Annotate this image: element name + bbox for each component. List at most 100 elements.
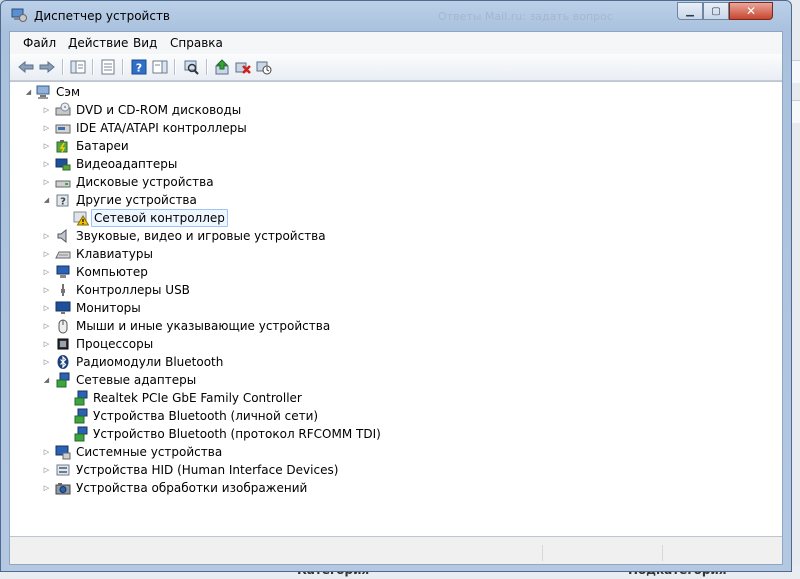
expand-arrow-icon[interactable]: ▷: [42, 304, 51, 313]
expand-arrow-icon[interactable]: ▷: [42, 340, 51, 349]
tree-category[interactable]: ▷ IDE ATA/ATAPI контроллеры: [10, 119, 780, 137]
tree-category[interactable]: ▷ Процессоры: [10, 335, 780, 353]
tree-category[interactable]: ▷ Клавиатуры: [10, 245, 780, 263]
tree-category[interactable]: ▷ Устройства обработки изображений: [10, 479, 780, 497]
tree-category-label: DVD и CD-ROM дисководы: [76, 103, 242, 117]
tree-category-label: Процессоры: [76, 337, 154, 351]
status-bar: [10, 542, 782, 564]
tree-category[interactable]: ▷ Мыши и иные указывающие устройства: [10, 317, 780, 335]
tree-root[interactable]: ◢ Сэм: [10, 83, 780, 101]
expand-arrow-icon[interactable]: ▷: [42, 466, 51, 475]
toolbar-separator: [122, 59, 124, 75]
tree-category[interactable]: ▷ Радиомодули Bluetooth: [10, 353, 780, 371]
tree-category[interactable]: ▷ Контроллеры USB: [10, 281, 780, 299]
tree-device[interactable]: Устройство Bluetooth (протокол RFCOMM TD…: [10, 425, 780, 443]
dvd-drive-icon: [55, 102, 71, 116]
maximize-button[interactable]: ▢: [703, 2, 729, 20]
expand-arrow-icon[interactable]: ▷: [42, 448, 51, 457]
tree-category-label: Системные устройства: [76, 445, 223, 459]
tree-category-label: Контроллеры USB: [76, 283, 190, 297]
tree-device-label: Устройства Bluetooth (личной сети): [93, 409, 319, 423]
tree-category-label: Клавиатуры: [76, 247, 153, 261]
tree-device-label: Realtek PCIe GbE Family Controller: [93, 391, 302, 405]
tree-category-label: Видеоадаптеры: [76, 157, 178, 171]
tree-category-label: Батареи: [76, 139, 129, 153]
device-tree[interactable]: ◢ Сэм ▷ DVD и CD-ROM дисководы ▷ IDE ATA…: [10, 81, 782, 537]
svg-text:?: ?: [136, 62, 142, 75]
uninstall-icon[interactable]: [234, 58, 252, 76]
usb-icon: [61, 284, 65, 296]
scan-hardware-icon[interactable]: [182, 58, 200, 76]
tree-device[interactable]: Realtek PCIe GbE Family Controller: [10, 389, 780, 407]
tree-device-selected[interactable]: Сетевой контроллер: [10, 209, 780, 227]
tree-category[interactable]: ▷ DVD и CD-ROM дисководы: [10, 101, 780, 119]
menu-action[interactable]: Действие: [66, 36, 130, 50]
mouse-icon: [58, 319, 68, 334]
tree-category[interactable]: ▷ Видеоадаптеры: [10, 155, 780, 173]
window-controls: ▁ ▢ ✕: [677, 2, 773, 20]
tree-category[interactable]: ▷ Батареи: [10, 137, 780, 155]
expand-arrow-icon[interactable]: ▷: [42, 232, 51, 241]
console-tree-icon[interactable]: [69, 58, 87, 76]
network-adapter-icon: [56, 372, 70, 388]
update-driver-icon[interactable]: [213, 58, 231, 76]
collapse-arrow-icon[interactable]: ◢: [42, 376, 51, 385]
close-button[interactable]: ✕: [729, 2, 773, 20]
expand-arrow-icon[interactable]: ▷: [42, 250, 51, 259]
tree-category-label: Устройства обработки изображений: [76, 481, 308, 495]
collapse-arrow-icon[interactable]: ◢: [42, 196, 51, 205]
tree-category-label: IDE ATA/ATAPI контроллеры: [76, 121, 247, 135]
tree-root-label: Сэм: [56, 85, 81, 99]
forward-arrow-icon[interactable]: [38, 58, 56, 76]
tree-category[interactable]: ▷ Компьютер: [10, 263, 780, 281]
expand-arrow-icon[interactable]: ▷: [42, 286, 51, 295]
collapse-arrow-icon[interactable]: ◢: [24, 88, 33, 97]
tree-category-label: Дисковые устройства: [76, 175, 214, 189]
expand-arrow-icon[interactable]: ▷: [42, 178, 51, 187]
tree-category-label: Компьютер: [76, 265, 148, 279]
disable-device-icon[interactable]: [255, 58, 273, 76]
help-icon[interactable]: ?: [130, 58, 148, 76]
hid-icon: [56, 464, 70, 476]
menu-view[interactable]: Вид: [131, 36, 159, 50]
system-devices-icon: [55, 445, 71, 460]
expand-arrow-icon[interactable]: ▷: [42, 160, 51, 169]
expand-arrow-icon[interactable]: ▷: [42, 106, 51, 115]
menu-file[interactable]: Файл: [21, 36, 58, 50]
tree-device[interactable]: Устройства Bluetooth (личной сети): [10, 407, 780, 425]
expand-arrow-icon[interactable]: ▷: [42, 142, 51, 151]
tree-category[interactable]: ▷ Дисковые устройства: [10, 173, 780, 191]
speaker-icon: [57, 228, 67, 244]
tree-category[interactable]: ▷ Звуковые, видео и игровые устройства: [10, 227, 780, 245]
battery-icon: [56, 140, 68, 153]
tree-device-label: Устройство Bluetooth (протокол RFCOMM TD…: [93, 427, 381, 441]
minimize-button[interactable]: ▁: [677, 2, 703, 20]
imaging-device-icon: [55, 483, 71, 495]
svg-text:?: ?: [60, 197, 66, 208]
tree-device-label: Сетевой контроллер: [91, 209, 228, 227]
properties-icon[interactable]: [99, 58, 117, 76]
tree-category-label: Мыши и иные указывающие устройства: [76, 319, 331, 333]
status-divider: [542, 545, 543, 561]
expand-arrow-icon[interactable]: ▷: [42, 268, 51, 277]
toolbar-separator: [62, 59, 64, 75]
tree-category-expanded[interactable]: ◢ ? Другие устройства: [10, 191, 780, 209]
expand-arrow-icon[interactable]: ▷: [42, 322, 51, 331]
tree-category[interactable]: ▷ Устройства HID (Human Interface Device…: [10, 461, 780, 479]
action-pane-icon[interactable]: [151, 58, 169, 76]
expand-arrow-icon[interactable]: ▷: [42, 358, 51, 367]
keyboard-icon: [55, 251, 71, 259]
back-arrow-icon[interactable]: [17, 58, 35, 76]
network-adapter-icon: [74, 390, 88, 406]
menu-help[interactable]: Справка: [168, 36, 225, 50]
expand-arrow-icon[interactable]: ▷: [42, 484, 51, 493]
tree-category[interactable]: ▷ Мониторы: [10, 299, 780, 317]
tree-category-expanded[interactable]: ◢ Сетевые адаптеры: [10, 371, 780, 389]
title-bar[interactable]: Диспетчер устройств Ответы Mail.ru: зада…: [1, 1, 791, 31]
processor-icon: [57, 338, 69, 350]
tree-category-label: Мониторы: [76, 301, 141, 315]
ide-controller-icon: [55, 124, 71, 134]
expand-arrow-icon[interactable]: ▷: [42, 124, 51, 133]
warning-network-controller-icon: [73, 211, 89, 226]
tree-category[interactable]: ▷ Системные устройства: [10, 443, 780, 461]
